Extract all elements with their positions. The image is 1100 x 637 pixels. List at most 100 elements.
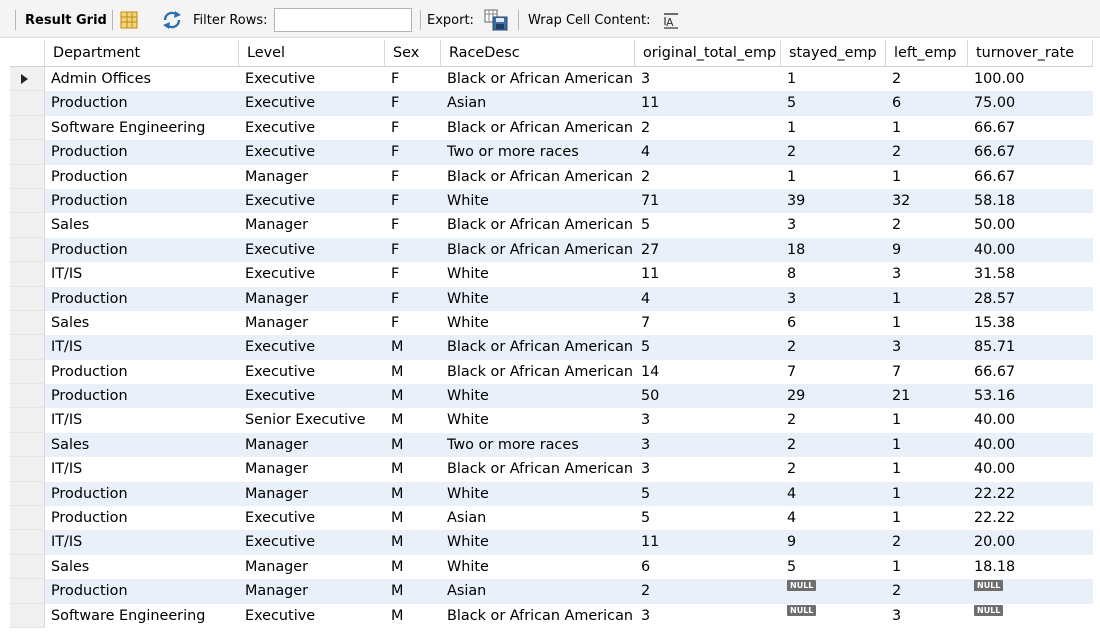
cell-department[interactable]: IT/IS bbox=[45, 335, 239, 359]
cell-original-total-emp[interactable]: 71 bbox=[635, 189, 781, 213]
cell-department[interactable]: Production bbox=[45, 140, 239, 164]
table-row[interactable]: IT/IS Senior Executive M White 3 2 1 40.00 bbox=[10, 408, 1093, 433]
cell-level[interactable]: Executive bbox=[239, 506, 385, 530]
cell-level[interactable]: Executive bbox=[239, 116, 385, 140]
cell-stayed-emp[interactable]: NULL bbox=[781, 579, 886, 603]
cell-turnover-rate[interactable]: 53.16 bbox=[968, 384, 1093, 408]
cell-sex[interactable]: M bbox=[385, 604, 441, 628]
cell-level[interactable]: Manager bbox=[239, 311, 385, 335]
cell-original-total-emp[interactable]: 2 bbox=[635, 165, 781, 189]
wrap-text-icon[interactable]: A bbox=[662, 12, 680, 34]
cell-stayed-emp[interactable]: 1 bbox=[781, 116, 886, 140]
cell-racedesc[interactable]: White bbox=[441, 408, 635, 432]
cell-turnover-rate[interactable]: 66.67 bbox=[968, 116, 1093, 140]
cell-left-emp[interactable]: 1 bbox=[886, 408, 968, 432]
cell-racedesc[interactable]: White bbox=[441, 189, 635, 213]
cell-left-emp[interactable]: 7 bbox=[886, 360, 968, 384]
row-selector[interactable] bbox=[10, 188, 45, 214]
table-row[interactable]: Software Engineering Executive F Black or A… bbox=[10, 115, 1093, 141]
cell-sex[interactable]: M bbox=[385, 384, 441, 408]
cell-turnover-rate[interactable]: 15.38 bbox=[968, 311, 1093, 335]
cell-sex[interactable]: M bbox=[385, 579, 441, 603]
cell-original-total-emp[interactable]: 3 bbox=[635, 408, 781, 432]
cell-original-total-emp[interactable]: 11 bbox=[635, 262, 781, 286]
row-selector[interactable] bbox=[10, 286, 45, 311]
table-row[interactable]: Production Executive F Asian 11 5 6 75.00 bbox=[10, 91, 1093, 116]
row-selector-header[interactable] bbox=[10, 40, 45, 67]
cell-department[interactable]: Software Engineering bbox=[45, 604, 239, 628]
cell-racedesc[interactable]: Black or African American bbox=[441, 238, 635, 262]
cell-department[interactable]: Production bbox=[45, 579, 239, 603]
cell-department[interactable]: Production bbox=[45, 360, 239, 384]
cell-level[interactable]: Executive bbox=[239, 360, 385, 384]
cell-left-emp[interactable]: 1 bbox=[886, 482, 968, 506]
cell-department[interactable]: Production bbox=[45, 482, 239, 506]
cell-original-total-emp[interactable]: 3 bbox=[635, 433, 781, 457]
column-header-stayed-emp[interactable]: stayed_emp bbox=[781, 40, 886, 67]
cell-stayed-emp[interactable]: 4 bbox=[781, 482, 886, 506]
cell-original-total-emp[interactable]: 3 bbox=[635, 457, 781, 481]
cell-left-emp[interactable]: 2 bbox=[886, 530, 968, 554]
row-selector[interactable] bbox=[10, 457, 45, 482]
cell-stayed-emp[interactable]: 1 bbox=[781, 165, 886, 189]
column-header-original-total-emp[interactable]: original_total_emp bbox=[635, 40, 781, 67]
cell-racedesc[interactable]: White bbox=[441, 262, 635, 286]
cell-turnover-rate[interactable]: 40.00 bbox=[968, 238, 1093, 262]
cell-department[interactable]: Sales bbox=[45, 213, 239, 237]
cell-original-total-emp[interactable]: 4 bbox=[635, 140, 781, 164]
cell-left-emp[interactable]: 6 bbox=[886, 91, 968, 115]
table-row[interactable]: IT/IS Executive M White 11 9 2 20.00 bbox=[10, 530, 1093, 555]
cell-turnover-rate[interactable]: NULL bbox=[968, 579, 1093, 603]
cell-left-emp[interactable]: 1 bbox=[886, 457, 968, 481]
cell-left-emp[interactable]: 1 bbox=[886, 311, 968, 335]
cell-original-total-emp[interactable]: 50 bbox=[635, 384, 781, 408]
cell-racedesc[interactable]: White bbox=[441, 311, 635, 335]
cell-level[interactable]: Executive bbox=[239, 262, 385, 286]
cell-stayed-emp[interactable]: 3 bbox=[781, 213, 886, 237]
cell-turnover-rate[interactable]: 85.71 bbox=[968, 335, 1093, 359]
cell-level[interactable]: Senior Executive bbox=[239, 408, 385, 432]
cell-left-emp[interactable]: 1 bbox=[886, 116, 968, 140]
row-selector[interactable] bbox=[10, 530, 45, 555]
table-row[interactable]: Production Manager M Asian 2 NULL 2 NULL bbox=[10, 579, 1093, 604]
cell-turnover-rate[interactable]: 20.00 bbox=[968, 530, 1093, 554]
table-row[interactable]: Production Executive M Black or African Ame… bbox=[10, 359, 1093, 385]
column-header-sex[interactable]: Sex bbox=[385, 40, 441, 67]
save-disk-icon[interactable] bbox=[484, 9, 508, 35]
cell-department[interactable]: Admin Offices bbox=[45, 67, 239, 91]
cell-department[interactable]: Sales bbox=[45, 555, 239, 579]
cell-department[interactable]: Production bbox=[45, 506, 239, 530]
cell-left-emp[interactable]: 2 bbox=[886, 140, 968, 164]
cell-sex[interactable]: F bbox=[385, 165, 441, 189]
cell-stayed-emp[interactable]: 2 bbox=[781, 335, 886, 359]
table-row[interactable]: Software Engineering Executive M Black or A… bbox=[10, 603, 1093, 628]
cell-sex[interactable]: M bbox=[385, 530, 441, 554]
cell-original-total-emp[interactable]: 5 bbox=[635, 506, 781, 530]
table-row[interactable]: Production Manager F White 4 3 1 28.57 bbox=[10, 286, 1093, 311]
table-row[interactable]: Sales Manager M Two or more races 3 2 1 40.00 bbox=[10, 432, 1093, 458]
cell-level[interactable]: Manager bbox=[239, 433, 385, 457]
table-grid-icon[interactable] bbox=[120, 11, 138, 33]
column-header-left-emp[interactable]: left_emp bbox=[886, 40, 968, 67]
row-selector[interactable] bbox=[10, 506, 45, 531]
cell-left-emp[interactable]: 1 bbox=[886, 555, 968, 579]
cell-stayed-emp[interactable]: 2 bbox=[781, 140, 886, 164]
cell-original-total-emp[interactable]: 5 bbox=[635, 482, 781, 506]
row-selector[interactable] bbox=[10, 359, 45, 385]
cell-department[interactable]: Production bbox=[45, 238, 239, 262]
row-selector[interactable] bbox=[10, 384, 45, 409]
row-selector[interactable] bbox=[10, 554, 45, 580]
cell-stayed-emp[interactable]: 18 bbox=[781, 238, 886, 262]
cell-left-emp[interactable]: 3 bbox=[886, 262, 968, 286]
table-row[interactable]: IT/IS Executive F White 11 8 3 31.58 bbox=[10, 262, 1093, 287]
cell-department[interactable]: Production bbox=[45, 91, 239, 115]
cell-sex[interactable]: F bbox=[385, 213, 441, 237]
cell-turnover-rate[interactable]: 22.22 bbox=[968, 506, 1093, 530]
row-selector[interactable] bbox=[10, 603, 45, 628]
cell-stayed-emp[interactable]: 5 bbox=[781, 555, 886, 579]
cell-level[interactable]: Manager bbox=[239, 555, 385, 579]
cell-racedesc[interactable]: Black or African American bbox=[441, 116, 635, 140]
cell-racedesc[interactable]: White bbox=[441, 287, 635, 311]
cell-stayed-emp[interactable]: 4 bbox=[781, 506, 886, 530]
table-row[interactable]: IT/IS Executive M Black or African American… bbox=[10, 335, 1093, 360]
